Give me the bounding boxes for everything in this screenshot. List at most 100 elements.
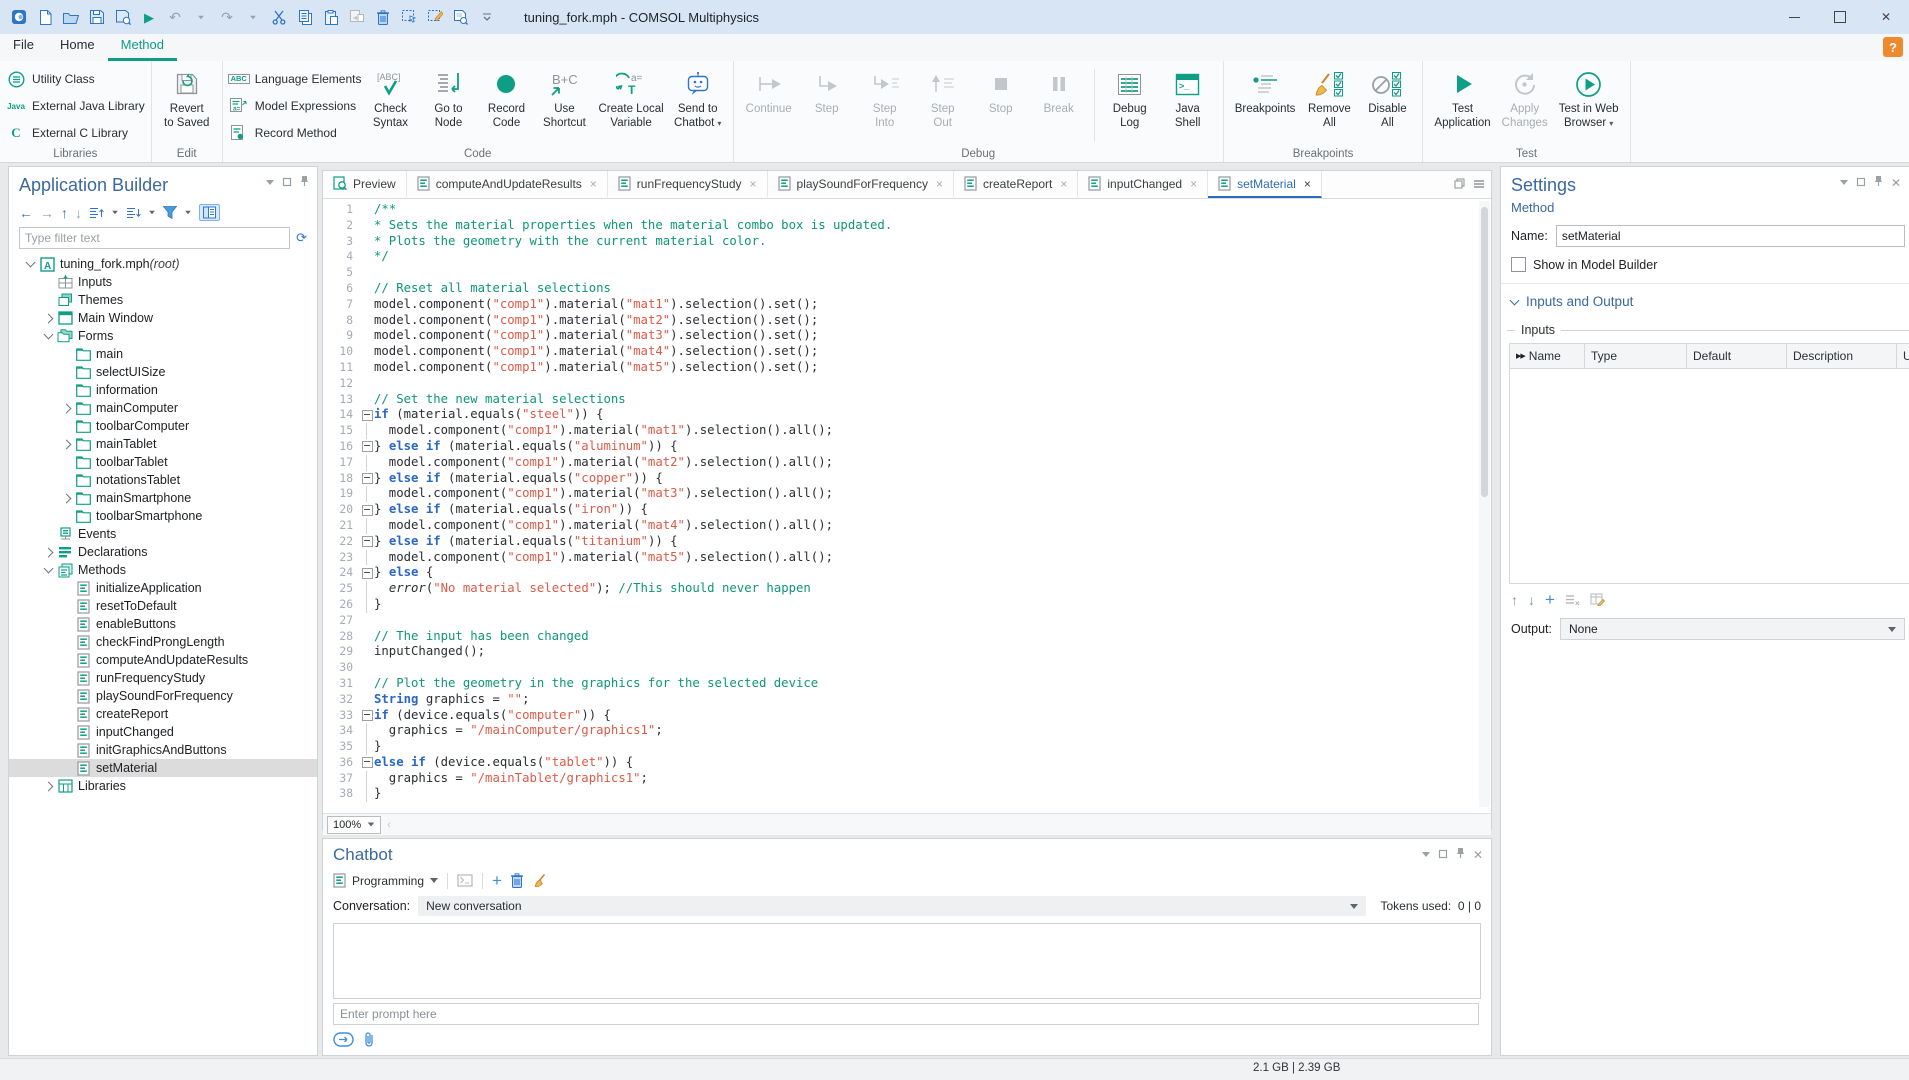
tree-item-initgraphicsandbuttons[interactable]: initGraphicsAndButtons	[9, 741, 317, 759]
editor-tab-playsoundforfrequency[interactable]: playSoundForFrequency×	[768, 171, 954, 198]
tree-item-enablebuttons[interactable]: enableButtons	[9, 615, 317, 633]
close-tab-icon[interactable]: ×	[590, 177, 597, 191]
tree-item-toolbarsmartphone[interactable]: toolbarSmartphone	[9, 507, 317, 525]
record-code-button[interactable]: RecordCode	[477, 65, 535, 132]
menu-tab-file[interactable]: File	[0, 33, 47, 61]
attach-file-icon[interactable]	[364, 1031, 374, 1050]
editor-tab-inputchanged[interactable]: inputChanged×	[1078, 171, 1208, 198]
restore-editor-icon[interactable]	[1454, 178, 1465, 192]
tree-item-inputchanged[interactable]: inputChanged	[9, 723, 317, 741]
tree-item-toolbarcomputer[interactable]: toolbarComputer	[9, 417, 317, 435]
utility-class-button[interactable]: Utility Class	[6, 67, 145, 91]
close-panel-icon[interactable]: ✕	[1891, 176, 1901, 190]
show-in-model-builder-checkbox[interactable]: Show in Model Builder	[1501, 247, 1909, 272]
fold-marker-icon[interactable]	[360, 502, 374, 518]
check-syntax-button[interactable]: [ABC]CheckSyntax	[361, 65, 419, 132]
run-button[interactable]: ▶	[138, 6, 160, 28]
fold-marker-icon[interactable]	[360, 755, 374, 771]
pin-panel-icon[interactable]	[1874, 175, 1883, 190]
new-conversation[interactable]: +	[492, 872, 502, 889]
tree-item-playsoundforfrequency[interactable]: playSoundForFrequency	[9, 687, 317, 705]
move-node-down-icon[interactable]: ↓	[75, 206, 82, 220]
close-tab-icon[interactable]: ×	[750, 177, 757, 191]
duplicate-button[interactable]	[346, 6, 368, 28]
fold-marker-icon[interactable]	[360, 471, 374, 487]
send-to-chatbot-button[interactable]: Send toChatbot▾	[669, 65, 727, 132]
menu-tab-home[interactable]: Home	[47, 33, 108, 61]
tree-item-forms[interactable]: Forms	[9, 327, 317, 345]
inputs-and-output-section-header[interactable]: Inputs and Output	[1501, 284, 1909, 309]
debug-log-button[interactable]: DebugLog	[1101, 65, 1159, 132]
refresh-icon[interactable]: ⟳	[296, 231, 307, 245]
tree-item-selectuisize[interactable]: selectUISize	[9, 363, 317, 381]
expander-closed-icon[interactable]	[58, 495, 74, 502]
collapse-all-icon[interactable]	[89, 206, 104, 219]
tree-item-libraries[interactable]: Libraries	[9, 777, 317, 795]
maximize-button[interactable]	[1817, 0, 1863, 34]
tree-item-inputs[interactable]: Inputs	[9, 273, 317, 291]
navigate-back-icon[interactable]: ←	[19, 206, 33, 220]
breakpoints-button[interactable]: Breakpoints	[1230, 65, 1301, 119]
chat-prompt-input[interactable]	[333, 1003, 1479, 1025]
comsol-logo-button[interactable]	[8, 6, 30, 28]
tree-item-checkfindpronglength[interactable]: checkFindProngLength	[9, 633, 317, 651]
language-elements-button[interactable]: ABCLanguage Elements	[229, 67, 362, 91]
tree-filter-input[interactable]	[19, 227, 290, 249]
pin-panel-icon[interactable]	[1456, 847, 1465, 862]
external-java-library-button[interactable]: JavaExternal Java Library	[6, 94, 145, 118]
close-tab-icon[interactable]: ×	[1190, 177, 1197, 191]
redo-button[interactable]: ↷	[216, 6, 238, 28]
editor-scrollbar[interactable]	[1479, 201, 1490, 807]
redo-dropdown-button[interactable]	[242, 6, 264, 28]
tree-item-createreport[interactable]: createReport	[9, 705, 317, 723]
expand-all-icon[interactable]	[126, 206, 141, 219]
column-header-name[interactable]: ▶▶Name	[1510, 344, 1585, 368]
clear-conversation[interactable]	[532, 873, 546, 888]
tree-item-toolbartablet[interactable]: toolbarTablet	[9, 453, 317, 471]
external-c-library-button[interactable]: CExternal C Library	[6, 121, 145, 145]
preview-document-button[interactable]	[450, 6, 472, 28]
add-input[interactable]: +	[1545, 591, 1555, 608]
pin-panel-icon[interactable]	[300, 175, 309, 190]
java-shell-button[interactable]: >_JavaShell	[1159, 65, 1217, 132]
undo-dropdown-button[interactable]	[190, 6, 212, 28]
filter-icon[interactable]	[163, 206, 177, 219]
tree-item-declarations[interactable]: Declarations	[9, 543, 317, 561]
paste-button[interactable]	[320, 6, 342, 28]
output-dropdown[interactable]: None	[1560, 618, 1905, 640]
float-panel-icon[interactable]	[1856, 176, 1866, 190]
panel-menu-icon[interactable]	[1422, 852, 1430, 857]
tree-item-themes[interactable]: Themes	[9, 291, 317, 309]
test-application-button[interactable]: TestApplication	[1429, 65, 1495, 132]
inputs-table-body[interactable]	[1510, 369, 1909, 583]
editor-tab-setmaterial[interactable]: setMaterial×	[1208, 171, 1322, 198]
delete-conversation[interactable]	[511, 873, 523, 888]
editor-tab-computeandupdateresults[interactable]: computeAndUpdateResults×	[407, 171, 608, 198]
editor-tab-runfrequencystudy[interactable]: runFrequencyStudy×	[608, 171, 768, 198]
save-with-preview-button[interactable]	[112, 6, 134, 28]
show-editor-toggle-icon[interactable]	[199, 204, 220, 221]
tree-item-maincomputer[interactable]: mainComputer	[9, 399, 317, 417]
new-file-button[interactable]	[34, 6, 56, 28]
expander-closed-icon[interactable]	[40, 549, 56, 556]
tree-item-main-window[interactable]: Main Window	[9, 309, 317, 327]
tree-item-mainsmartphone[interactable]: mainSmartphone	[9, 489, 317, 507]
save-button[interactable]	[86, 6, 108, 28]
cut-button[interactable]	[268, 6, 290, 28]
clear-region-button[interactable]	[424, 6, 446, 28]
tree-item-runfrequencystudy[interactable]: runFrequencyStudy	[9, 669, 317, 687]
editor-menu-icon[interactable]	[1473, 178, 1485, 192]
tree-item-setmaterial[interactable]: setMaterial	[9, 759, 317, 777]
fold-marker-icon[interactable]	[360, 565, 374, 581]
tree-item-resettodefault[interactable]: resetToDefault	[9, 597, 317, 615]
expander-closed-icon[interactable]	[58, 441, 74, 448]
fold-marker-icon[interactable]	[360, 439, 374, 455]
tree-item-main[interactable]: main	[9, 345, 317, 363]
zoom-level-dropdown[interactable]: 100%	[327, 816, 381, 834]
tree-item-events[interactable]: Events	[9, 525, 317, 543]
float-panel-icon[interactable]	[1438, 848, 1448, 862]
tree-item-computeandupdateresults[interactable]: computeAndUpdateResults	[9, 651, 317, 669]
copy-button[interactable]	[294, 6, 316, 28]
undo-button[interactable]: ↶	[164, 6, 186, 28]
tree-item-tuning-fork-mph[interactable]: Atuning_fork.mph (root)	[9, 255, 317, 273]
